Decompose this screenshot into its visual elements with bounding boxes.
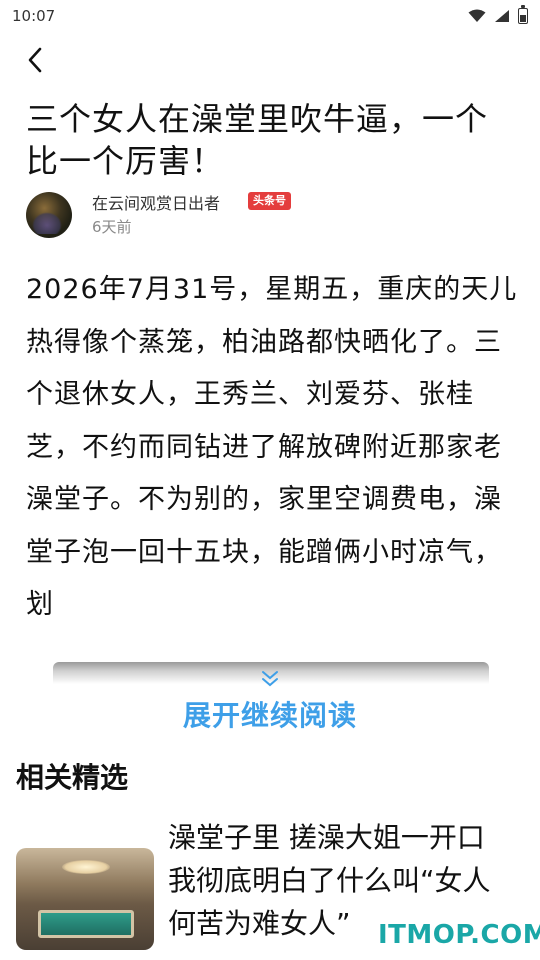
article-title: 三个女人在澡堂里吹牛逼，一个比一个厉害！	[26, 100, 489, 180]
related-thumbnail[interactable]	[16, 848, 154, 950]
signal-icon	[495, 10, 509, 22]
status-icons	[468, 5, 528, 24]
watermark: ITMOP.COM	[378, 920, 540, 950]
double-chevron-down-icon[interactable]	[260, 670, 280, 688]
status-time: 10:07	[12, 7, 56, 25]
back-button[interactable]	[22, 46, 48, 74]
article-body: 2026年7月31号，星期五，重庆的天儿热得像个蒸笼，柏油路都快晒化了。三个退休…	[26, 274, 518, 620]
expand-reading-button[interactable]: 展开继续阅读	[0, 694, 540, 734]
thumbnail-ceiling-light	[62, 860, 110, 874]
chevron-left-icon	[28, 47, 42, 73]
author-info[interactable]: 在云间观赏日出者 头条号 6天前	[26, 188, 506, 240]
author-badge: 头条号	[248, 192, 291, 210]
status-bar: 10:07	[0, 0, 540, 32]
thumbnail-pool	[38, 910, 134, 938]
wifi-icon	[468, 9, 486, 22]
post-time: 6天前	[92, 218, 132, 236]
battery-icon	[518, 5, 528, 24]
author-avatar[interactable]	[26, 192, 72, 238]
related-heading: 相关精选	[16, 761, 129, 794]
author-name[interactable]: 在云间观赏日出者	[92, 190, 220, 214]
